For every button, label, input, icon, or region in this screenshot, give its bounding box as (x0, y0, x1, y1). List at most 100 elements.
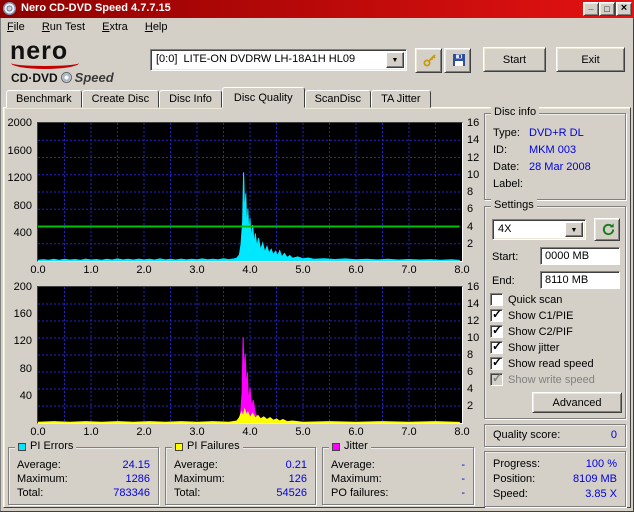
pi-errors-chart: 200016001200800400 161412108642 0.01.02.… (2, 122, 484, 278)
pi-errors-stats-box: PI Errors Average:24.15 Maximum:1286 Tot… (8, 447, 159, 505)
quality-score-box: Quality score:0 (484, 424, 626, 447)
speed-select[interactable]: 4X ▼ (492, 219, 586, 240)
pi-errors-x-axis: 0.01.02.03.04.05.06.07.08.0 (38, 264, 462, 276)
disc-date-value: 28 Mar 2008 (529, 161, 591, 173)
checkbox-show-read-speed[interactable]: ✓Show read speed (490, 357, 624, 370)
tab-scandisc[interactable]: ScanDisc (305, 90, 371, 108)
speed-axis-tick: 10 (467, 332, 479, 344)
checkbox-show-write-speed[interactable]: ✓Show write speed (490, 373, 624, 386)
checkbox-box[interactable]: ✓ (490, 341, 503, 354)
pi-failures-x-axis: 0.01.02.03.04.05.06.07.08.0 (38, 426, 462, 438)
nero-logo-swoosh (11, 57, 79, 69)
progress-label: Progress: (493, 458, 540, 470)
checkbox-box[interactable]: ✓ (490, 309, 503, 322)
save-icon (451, 52, 467, 68)
menu-run-test[interactable]: Run Test (35, 18, 92, 37)
x-axis-tick: 2.0 (130, 426, 158, 438)
checkbox-show-c1-pie[interactable]: ✓Show C1/PIE (490, 309, 624, 322)
y-axis-tick: 800 (2, 200, 32, 212)
stat-label: Total: (174, 487, 200, 499)
speed-y-axis-top: 161412108642 (464, 122, 484, 278)
x-axis-tick: 3.0 (183, 264, 211, 276)
checkbox-box[interactable] (490, 293, 503, 306)
speed-axis-tick: 4 (467, 383, 473, 395)
tab-disc-quality[interactable]: Disc Quality (222, 87, 305, 108)
disc-id-value: MKM 003 (529, 144, 576, 156)
speed-axis-tick: 12 (467, 152, 479, 164)
x-axis-tick: 4.0 (236, 264, 264, 276)
save-results-button[interactable] (444, 48, 471, 73)
x-axis-tick: 6.0 (342, 264, 370, 276)
pi-errors-stats-title: PI Errors (30, 440, 73, 453)
pi-errors-plot (38, 123, 462, 261)
refresh-button[interactable] (594, 218, 620, 241)
tab-disc-info[interactable]: Disc Info (159, 90, 222, 108)
x-axis-tick: 5.0 (289, 264, 317, 276)
stat-value: - (461, 473, 465, 485)
x-axis-tick: 1.0 (77, 426, 105, 438)
y-axis-tick: 400 (2, 227, 32, 239)
speed-axis-tick: 16 (467, 117, 479, 129)
speed-axis-tick: 6 (467, 366, 473, 378)
checkbox-box[interactable]: ✓ (490, 325, 503, 338)
tab-ta-jitter[interactable]: TA Jitter (371, 90, 431, 108)
check-icon: ✓ (492, 339, 502, 353)
pi-failures-stats-title: PI Failures (187, 440, 240, 453)
y-axis-tick: 1600 (2, 145, 32, 157)
quality-score-value: 0 (611, 429, 617, 441)
stat-label: Average: (174, 459, 218, 471)
minimize-button[interactable]: _ (583, 2, 599, 16)
pi-errors-color-chip (18, 443, 26, 451)
speed-axis-tick: 14 (467, 298, 479, 310)
title-bar[interactable]: Nero CD-DVD Speed 4.7.7.15 _ □ × (0, 0, 634, 18)
settings-checkbox-list: Quick scan ✓Show C1/PIE ✓Show C2/PIF ✓Sh… (490, 293, 624, 389)
register-key-button[interactable] (415, 48, 442, 73)
menu-help[interactable]: Help (138, 18, 175, 37)
progress-value: 100 % (586, 458, 617, 470)
close-button[interactable]: × (616, 2, 632, 16)
speed-y-axis-bottom: 161412108642 (464, 286, 484, 440)
y-axis-tick: 200 (2, 281, 32, 293)
exit-button[interactable]: Exit (556, 47, 625, 72)
position-value: 8109 MB (573, 473, 617, 485)
speed-axis-tick: 4 (467, 221, 473, 233)
check-icon: ✓ (492, 355, 502, 369)
position-label: Position: (493, 473, 535, 485)
stat-label: Total: (17, 487, 43, 499)
disc-info-title: Disc info (494, 106, 536, 119)
maximize-button[interactable]: □ (599, 2, 615, 16)
disc-type-value: DVD+R DL (529, 127, 584, 139)
stat-value: 783346 (113, 487, 150, 499)
tab-create-disc[interactable]: Create Disc (82, 90, 159, 108)
drive-select[interactable]: [0:0] LITE-ON DVDRW LH-18A1H HL09 ▼ (150, 49, 407, 71)
checkbox-box: ✓ (490, 373, 503, 386)
end-field[interactable]: 8110 MB (540, 271, 620, 289)
menu-extra[interactable]: Extra (95, 18, 135, 37)
x-axis-tick: 2.0 (130, 264, 158, 276)
checkbox-box[interactable]: ✓ (490, 357, 503, 370)
check-icon: ✓ (492, 323, 502, 337)
speed-label: Speed: (493, 488, 528, 500)
progress-box: Progress:100 % Position:8109 MB Speed:3.… (484, 451, 626, 507)
x-axis-tick: 0.0 (24, 426, 52, 438)
stat-value: - (461, 487, 465, 499)
start-button[interactable]: Start (483, 47, 546, 72)
dropdown-arrow-icon[interactable]: ▼ (386, 52, 404, 68)
advanced-button[interactable]: Advanced (532, 392, 622, 413)
checkbox-quick-scan[interactable]: Quick scan (490, 293, 624, 306)
pi-failures-stats-box: PI Failures Average:0.21 Maximum:126 Tot… (165, 447, 316, 505)
menu-file[interactable]: File (0, 18, 32, 37)
stat-label: Maximum: (331, 473, 382, 485)
checkbox-show-c2-pif[interactable]: ✓Show C2/PIF (490, 325, 624, 338)
logo-product-text: CD·DVD (11, 71, 58, 85)
x-axis-tick: 5.0 (289, 426, 317, 438)
x-axis-tick: 6.0 (342, 426, 370, 438)
dropdown-arrow-icon[interactable]: ▼ (565, 222, 583, 237)
tab-benchmark[interactable]: Benchmark (6, 90, 82, 108)
y-axis-tick: 40 (2, 390, 32, 402)
disc-info-box: Disc info Type:DVD+R DL ID:MKM 003 Date:… (484, 113, 626, 200)
y-axis-tick: 120 (2, 335, 32, 347)
checkbox-show-jitter[interactable]: ✓Show jitter (490, 341, 624, 354)
start-field[interactable]: 0000 MB (540, 247, 620, 265)
logo-disc-icon (61, 72, 72, 83)
